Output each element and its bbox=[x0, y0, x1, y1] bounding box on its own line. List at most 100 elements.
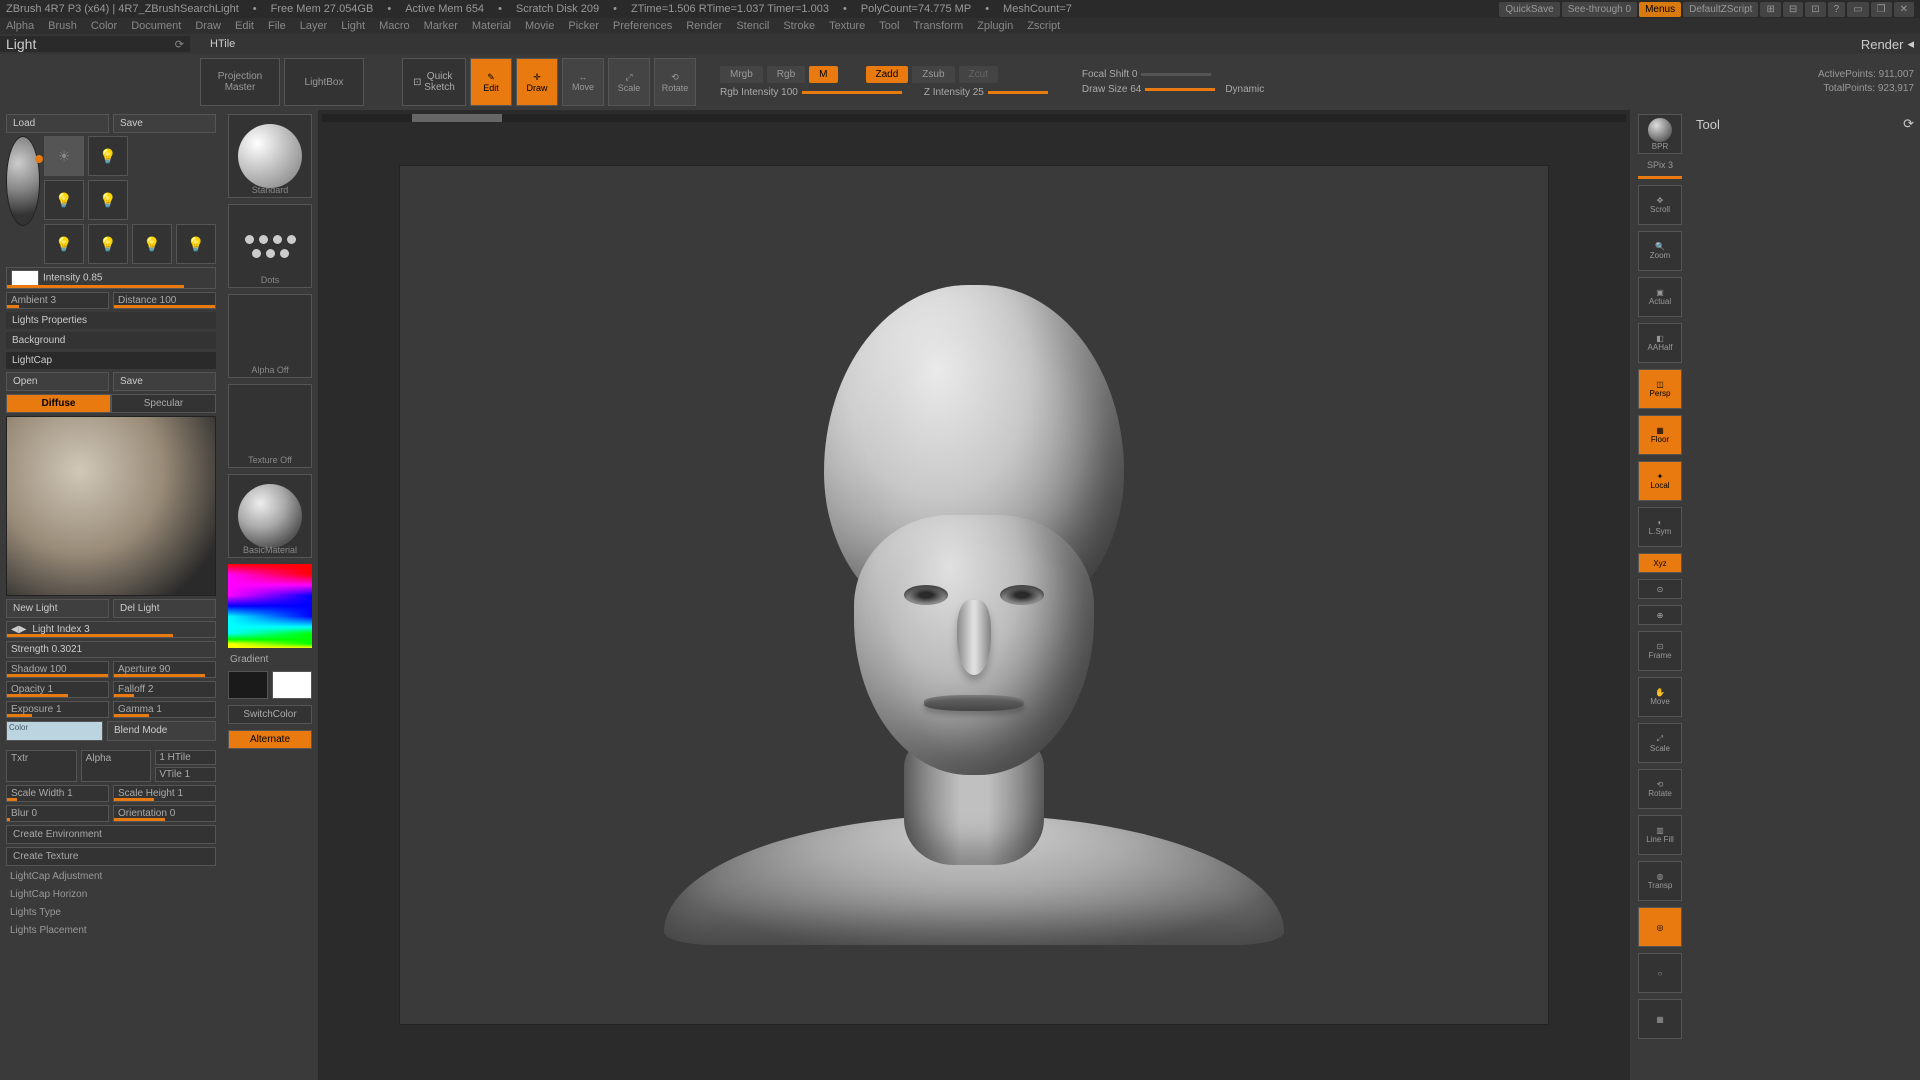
linefill-button[interactable]: ▥Line Fill bbox=[1638, 815, 1682, 855]
menu-stencil[interactable]: Stencil bbox=[736, 20, 769, 32]
persp-button[interactable]: ◫Persp bbox=[1638, 369, 1682, 409]
quick-sketch-button[interactable]: ⊡ Quick Sketch bbox=[402, 58, 466, 106]
scale-width-slider[interactable]: Scale Width 1 bbox=[6, 785, 109, 802]
specular-tab[interactable]: Specular bbox=[111, 394, 216, 413]
spix-slider[interactable]: SPix 3 bbox=[1647, 160, 1673, 170]
menu-preferences[interactable]: Preferences bbox=[613, 20, 672, 32]
menu-macro[interactable]: Macro bbox=[379, 20, 410, 32]
shadow-slider[interactable]: Shadow 100 bbox=[6, 661, 109, 678]
light-slot-8[interactable]: 💡 bbox=[176, 224, 216, 264]
draw-size-slider[interactable]: Draw Size 64 bbox=[1082, 84, 1141, 95]
pframe-button[interactable]: ▦ bbox=[1638, 999, 1682, 1039]
create-environment-button[interactable]: Create Environment bbox=[6, 825, 216, 844]
open-button[interactable]: Open bbox=[6, 372, 109, 391]
layout-a-button[interactable]: ⊞ bbox=[1760, 2, 1780, 17]
lightbox-button[interactable]: LightBox bbox=[284, 58, 364, 106]
document[interactable] bbox=[399, 165, 1549, 1025]
rotate-mode-button[interactable]: ⟲Rotate bbox=[654, 58, 696, 106]
strength-slider[interactable]: Strength 0.3021 bbox=[6, 641, 216, 658]
sculpt-mesh[interactable] bbox=[664, 285, 1284, 905]
menu-color[interactable]: Color bbox=[91, 20, 117, 32]
close-button[interactable]: ✕ bbox=[1894, 2, 1914, 17]
light-slot-2[interactable]: 💡 bbox=[88, 136, 128, 176]
menu-picker[interactable]: Picker bbox=[568, 20, 599, 32]
quicksave-button[interactable]: QuickSave bbox=[1499, 2, 1559, 17]
light-color-well[interactable]: Color bbox=[6, 721, 103, 741]
focal-shift-slider[interactable]: Focal Shift 0 bbox=[1082, 69, 1138, 80]
lights-type-header[interactable]: Lights Type bbox=[6, 905, 216, 920]
menu-layer[interactable]: Layer bbox=[300, 20, 328, 32]
menu-file[interactable]: File bbox=[268, 20, 286, 32]
move-view-button[interactable]: ✋Move bbox=[1638, 677, 1682, 717]
stroke-thumb[interactable]: Dots bbox=[228, 204, 312, 288]
restore-button[interactable]: ❐ bbox=[1871, 2, 1892, 17]
opacity-slider[interactable]: Opacity 1 bbox=[6, 681, 109, 698]
material-thumb[interactable]: BasicMaterial bbox=[228, 474, 312, 558]
intensity-slider[interactable]: Intensity 0.85 bbox=[6, 267, 216, 289]
falloff-slider[interactable]: Falloff 2 bbox=[113, 681, 216, 698]
lightcap-adjustment-header[interactable]: LightCap Adjustment bbox=[6, 869, 216, 884]
lightcap-header[interactable]: LightCap bbox=[6, 352, 216, 369]
z-intensity-slider[interactable]: Z Intensity 25 bbox=[924, 87, 984, 98]
scroll-button[interactable]: ✥Scroll bbox=[1638, 185, 1682, 225]
alpha-thumb[interactable]: Alpha Off bbox=[228, 294, 312, 378]
htile-slider[interactable]: 1 HTile bbox=[155, 750, 216, 765]
solo-button[interactable]: ○ bbox=[1638, 953, 1682, 993]
new-light-button[interactable]: New Light bbox=[6, 599, 109, 618]
horizontal-scrollbar[interactable] bbox=[322, 114, 1626, 122]
alpha-button[interactable]: Alpha bbox=[81, 750, 152, 782]
menu-material[interactable]: Material bbox=[472, 20, 511, 32]
light-direction-ball[interactable] bbox=[6, 136, 40, 226]
diffuse-tab[interactable]: Diffuse bbox=[6, 394, 111, 413]
zsub-button[interactable]: Zsub bbox=[912, 66, 954, 83]
lights-placement-header[interactable]: Lights Placement bbox=[6, 923, 216, 938]
move-mode-button[interactable]: ↔Move bbox=[562, 58, 604, 106]
background-header[interactable]: Background bbox=[6, 332, 216, 349]
collapse-icon[interactable]: ◂ bbox=[1907, 36, 1914, 52]
main-color-swatch[interactable] bbox=[228, 671, 268, 699]
zadd-button[interactable]: Zadd bbox=[866, 66, 909, 83]
gamma-slider[interactable]: Gamma 1 bbox=[113, 701, 216, 718]
dynamic-label[interactable]: Dynamic bbox=[1225, 84, 1264, 95]
canvas-area[interactable] bbox=[318, 110, 1630, 1080]
save-button[interactable]: Save bbox=[113, 114, 216, 133]
light-slot-4[interactable]: 💡 bbox=[88, 180, 128, 220]
draw-mode-button[interactable]: ✛Draw bbox=[516, 58, 558, 106]
xyz-button[interactable]: Xyz bbox=[1638, 553, 1682, 573]
ghost-button[interactable]: ◎ bbox=[1638, 907, 1682, 947]
scale-mode-button[interactable]: ⤢Scale bbox=[608, 58, 650, 106]
secondary-color-swatch[interactable] bbox=[272, 671, 312, 699]
bpr-button[interactable]: BPR bbox=[1638, 114, 1682, 154]
aahalf-button[interactable]: ◧AAHalf bbox=[1638, 323, 1682, 363]
help-button[interactable]: ? bbox=[1828, 2, 1846, 17]
actual-button[interactable]: ▣Actual bbox=[1638, 277, 1682, 317]
create-texture-button[interactable]: Create Texture bbox=[6, 847, 216, 866]
zcut-button[interactable]: Zcut bbox=[959, 66, 998, 83]
color-picker[interactable] bbox=[228, 564, 312, 648]
aperture-slider[interactable]: Aperture 90 bbox=[113, 661, 216, 678]
blend-mode-button[interactable]: Blend Mode bbox=[107, 721, 216, 741]
lights-properties-header[interactable]: Lights Properties bbox=[6, 312, 216, 329]
menu-movie[interactable]: Movie bbox=[525, 20, 554, 32]
txtr-button[interactable]: Txtr bbox=[6, 750, 77, 782]
lsym-button[interactable]: ◐L.Sym bbox=[1638, 507, 1682, 547]
menu-render[interactable]: Render bbox=[686, 20, 722, 32]
menu-edit[interactable]: Edit bbox=[235, 20, 254, 32]
floor-button[interactable]: ▦Floor bbox=[1638, 415, 1682, 455]
ambient-slider[interactable]: Ambient 3 bbox=[6, 292, 109, 309]
menu-texture[interactable]: Texture bbox=[829, 20, 865, 32]
light-slot-6[interactable]: 💡 bbox=[88, 224, 128, 264]
texture-thumb[interactable]: Texture Off bbox=[228, 384, 312, 468]
tool-refresh-icon[interactable]: ⟳ bbox=[1903, 116, 1914, 132]
minimize-button[interactable]: ▭ bbox=[1847, 2, 1868, 17]
rgb-intensity-slider[interactable]: Rgb Intensity 100 bbox=[720, 87, 798, 98]
rotate-view-button[interactable]: ⟲Rotate bbox=[1638, 769, 1682, 809]
menu-stroke[interactable]: Stroke bbox=[783, 20, 815, 32]
frame-button[interactable]: ⊡Frame bbox=[1638, 631, 1682, 671]
load-button[interactable]: Load bbox=[6, 114, 109, 133]
transp-button[interactable]: ◍Transp bbox=[1638, 861, 1682, 901]
m-button[interactable]: M bbox=[809, 66, 837, 83]
menu-marker[interactable]: Marker bbox=[424, 20, 458, 32]
switch-color-button[interactable]: SwitchColor bbox=[228, 705, 312, 724]
pivot-z[interactable]: ⊕ bbox=[1638, 605, 1682, 625]
